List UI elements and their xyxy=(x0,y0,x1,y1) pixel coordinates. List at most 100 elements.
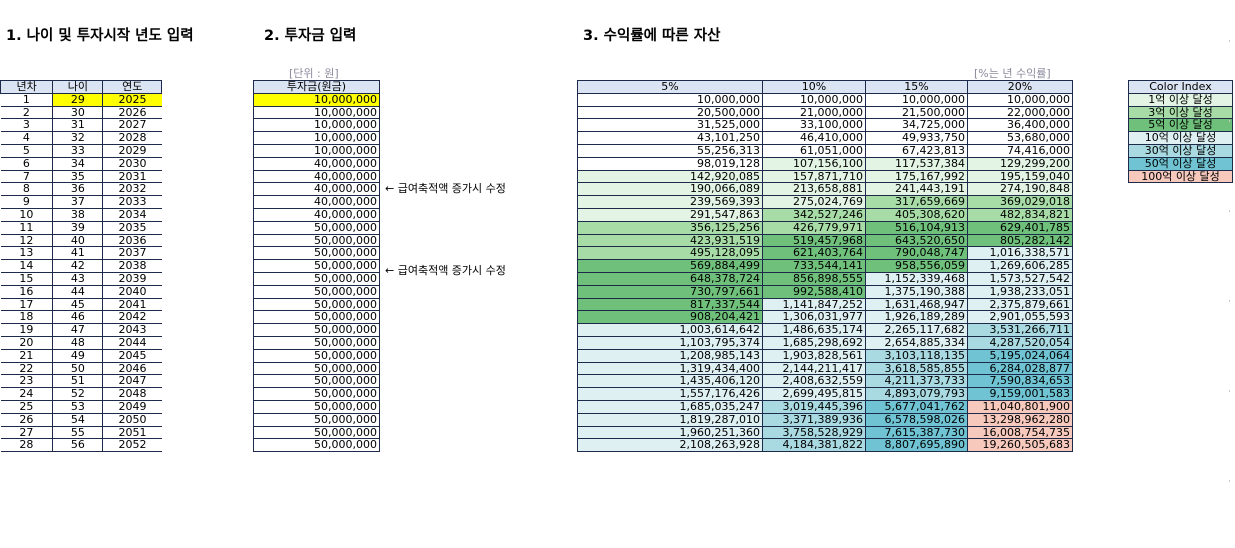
investment-cell[interactable]: 50,000,000 xyxy=(253,271,380,286)
asset-cell-5pct[interactable]: 142,920,085 xyxy=(577,169,763,184)
year-cell[interactable]: 2044 xyxy=(102,336,162,350)
asset-cell-10pct[interactable]: 856,898,555 xyxy=(762,271,866,286)
asset-cell-5pct[interactable]: 2,108,263,928 xyxy=(577,438,763,453)
year-index-cell[interactable]: 21 xyxy=(0,349,53,363)
age-cell[interactable]: 37 xyxy=(52,195,104,209)
year-index-cell[interactable]: 9 xyxy=(0,195,53,209)
asset-cell-10pct[interactable]: 2,144,211,417 xyxy=(762,361,866,376)
year-cell[interactable]: 2046 xyxy=(102,362,162,376)
year-index-cell[interactable]: 3 xyxy=(0,118,53,133)
legend-item[interactable]: 30억 이상 달성 xyxy=(1128,143,1233,158)
asset-cell-5pct[interactable]: 1,319,434,400 xyxy=(577,361,763,376)
asset-cell-20pct[interactable]: 6,284,028,877 xyxy=(967,361,1073,376)
asset-cell-15pct[interactable]: 6,578,598,026 xyxy=(865,412,968,427)
asset-cell-5pct[interactable]: 98,019,128 xyxy=(577,156,763,171)
year-cell[interactable]: 2051 xyxy=(102,426,162,440)
asset-cell-5pct[interactable]: 908,204,421 xyxy=(577,310,763,325)
asset-cell-10pct[interactable]: 426,779,971 xyxy=(762,220,866,235)
age-cell[interactable]: 39 xyxy=(52,221,104,235)
investment-cell[interactable]: 50,000,000 xyxy=(253,399,380,414)
investment-cell[interactable]: 50,000,000 xyxy=(253,233,380,248)
age-cell[interactable]: 54 xyxy=(52,413,104,427)
asset-cell-5pct[interactable]: 356,125,256 xyxy=(577,220,763,235)
year-index-cell[interactable]: 13 xyxy=(0,246,53,261)
year-cell[interactable]: 2043 xyxy=(102,323,162,337)
asset-cell-10pct[interactable]: 342,527,246 xyxy=(762,207,866,222)
asset-cell-15pct[interactable]: 21,500,000 xyxy=(865,105,968,120)
asset-cell-20pct[interactable]: 16,008,754,735 xyxy=(967,425,1073,440)
investment-cell[interactable]: 40,000,000 xyxy=(253,182,380,197)
asset-cell-20pct[interactable]: 19,260,505,683 xyxy=(967,438,1073,453)
asset-cell-5pct[interactable]: 1,435,406,120 xyxy=(577,374,763,389)
year-index-cell[interactable]: 28 xyxy=(0,438,53,453)
asset-cell-5pct[interactable]: 1,208,985,143 xyxy=(577,348,763,363)
asset-cell-15pct[interactable]: 49,933,750 xyxy=(865,131,968,145)
asset-cell-20pct[interactable]: 5,195,024,064 xyxy=(967,348,1073,363)
investment-cell[interactable]: 40,000,000 xyxy=(253,195,380,209)
age-cell[interactable]: 32 xyxy=(52,131,104,145)
investment-cell[interactable]: 50,000,000 xyxy=(253,259,380,273)
year-index-cell[interactable]: 24 xyxy=(0,387,53,401)
legend-item[interactable]: 5억 이상 달성 xyxy=(1128,118,1233,133)
header-rate-5[interactable]: 5% xyxy=(577,80,763,94)
year-cell[interactable]: 2034 xyxy=(102,208,162,222)
year-index-cell[interactable]: 19 xyxy=(0,323,53,337)
year-cell[interactable]: 2045 xyxy=(102,349,162,363)
asset-cell-10pct[interactable]: 1,141,847,252 xyxy=(762,297,866,312)
asset-cell-20pct[interactable]: 2,375,879,661 xyxy=(967,297,1073,312)
legend-item[interactable]: 3억 이상 달성 xyxy=(1128,105,1233,120)
asset-cell-20pct[interactable]: 22,000,000 xyxy=(967,105,1073,120)
asset-cell-10pct[interactable]: 46,410,000 xyxy=(762,131,866,145)
asset-cell-15pct[interactable]: 1,152,339,468 xyxy=(865,271,968,286)
header-investment[interactable]: 투자금(원금) xyxy=(253,80,380,94)
asset-cell-5pct[interactable]: 1,685,035,247 xyxy=(577,399,763,414)
legend-item[interactable]: 50억 이상 달성 xyxy=(1128,156,1233,171)
investment-cell[interactable]: 50,000,000 xyxy=(253,220,380,235)
year-cell[interactable]: 2026 xyxy=(102,106,162,120)
investment-cell[interactable]: 50,000,000 xyxy=(253,246,380,261)
age-cell[interactable]: 41 xyxy=(52,246,104,261)
age-cell[interactable]: 33 xyxy=(52,144,104,158)
year-index-cell[interactable]: 6 xyxy=(0,157,53,171)
asset-cell-20pct[interactable]: 13,298,962,280 xyxy=(967,412,1073,427)
investment-cell[interactable]: 10,000,000 xyxy=(253,92,380,107)
asset-cell-10pct[interactable]: 3,019,445,396 xyxy=(762,399,866,414)
year-index-cell[interactable]: 17 xyxy=(0,298,53,312)
legend-item[interactable]: 10억 이상 달성 xyxy=(1128,131,1233,145)
asset-cell-15pct[interactable]: 4,893,079,793 xyxy=(865,387,968,401)
header-year-index[interactable]: 년차 xyxy=(0,80,54,94)
asset-cell-15pct[interactable]: 405,308,620 xyxy=(865,207,968,222)
asset-cell-20pct[interactable]: 11,040,801,900 xyxy=(967,399,1073,414)
year-cell[interactable]: 2041 xyxy=(102,298,162,312)
asset-cell-10pct[interactable]: 1,685,298,692 xyxy=(762,335,866,350)
year-cell[interactable]: 2040 xyxy=(102,285,162,299)
asset-cell-20pct[interactable]: 274,190,848 xyxy=(967,182,1073,197)
year-cell[interactable]: 2030 xyxy=(102,157,162,171)
asset-cell-15pct[interactable]: 7,615,387,730 xyxy=(865,425,968,440)
header-rate-15[interactable]: 15% xyxy=(865,80,968,94)
asset-cell-15pct[interactable]: 317,659,669 xyxy=(865,195,968,209)
investment-cell[interactable]: 50,000,000 xyxy=(253,323,380,337)
asset-cell-5pct[interactable]: 20,500,000 xyxy=(577,105,763,120)
asset-cell-5pct[interactable]: 1,557,176,426 xyxy=(577,387,763,401)
asset-cell-15pct[interactable]: 175,167,992 xyxy=(865,169,968,184)
asset-cell-5pct[interactable]: 423,931,519 xyxy=(577,233,763,248)
header-rate-20[interactable]: 20% xyxy=(967,80,1073,94)
year-cell[interactable]: 2025 xyxy=(102,93,162,107)
year-cell[interactable]: 2037 xyxy=(102,246,162,261)
asset-cell-15pct[interactable]: 1,926,189,289 xyxy=(865,310,968,325)
asset-cell-5pct[interactable]: 291,547,863 xyxy=(577,207,763,222)
age-cell[interactable]: 40 xyxy=(52,234,104,248)
asset-cell-10pct[interactable]: 33,100,000 xyxy=(762,118,866,133)
asset-cell-20pct[interactable]: 36,400,000 xyxy=(967,118,1073,133)
investment-cell[interactable]: 40,000,000 xyxy=(253,156,380,171)
age-cell[interactable]: 51 xyxy=(52,374,104,389)
age-cell[interactable]: 45 xyxy=(52,298,104,312)
year-index-cell[interactable]: 8 xyxy=(0,182,53,197)
age-cell[interactable]: 38 xyxy=(52,208,104,222)
year-cell[interactable]: 2050 xyxy=(102,413,162,427)
asset-cell-20pct[interactable]: 1,269,606,285 xyxy=(967,259,1073,273)
age-cell[interactable]: 53 xyxy=(52,400,104,414)
asset-cell-10pct[interactable]: 733,544,141 xyxy=(762,259,866,273)
investment-cell[interactable]: 50,000,000 xyxy=(253,387,380,401)
